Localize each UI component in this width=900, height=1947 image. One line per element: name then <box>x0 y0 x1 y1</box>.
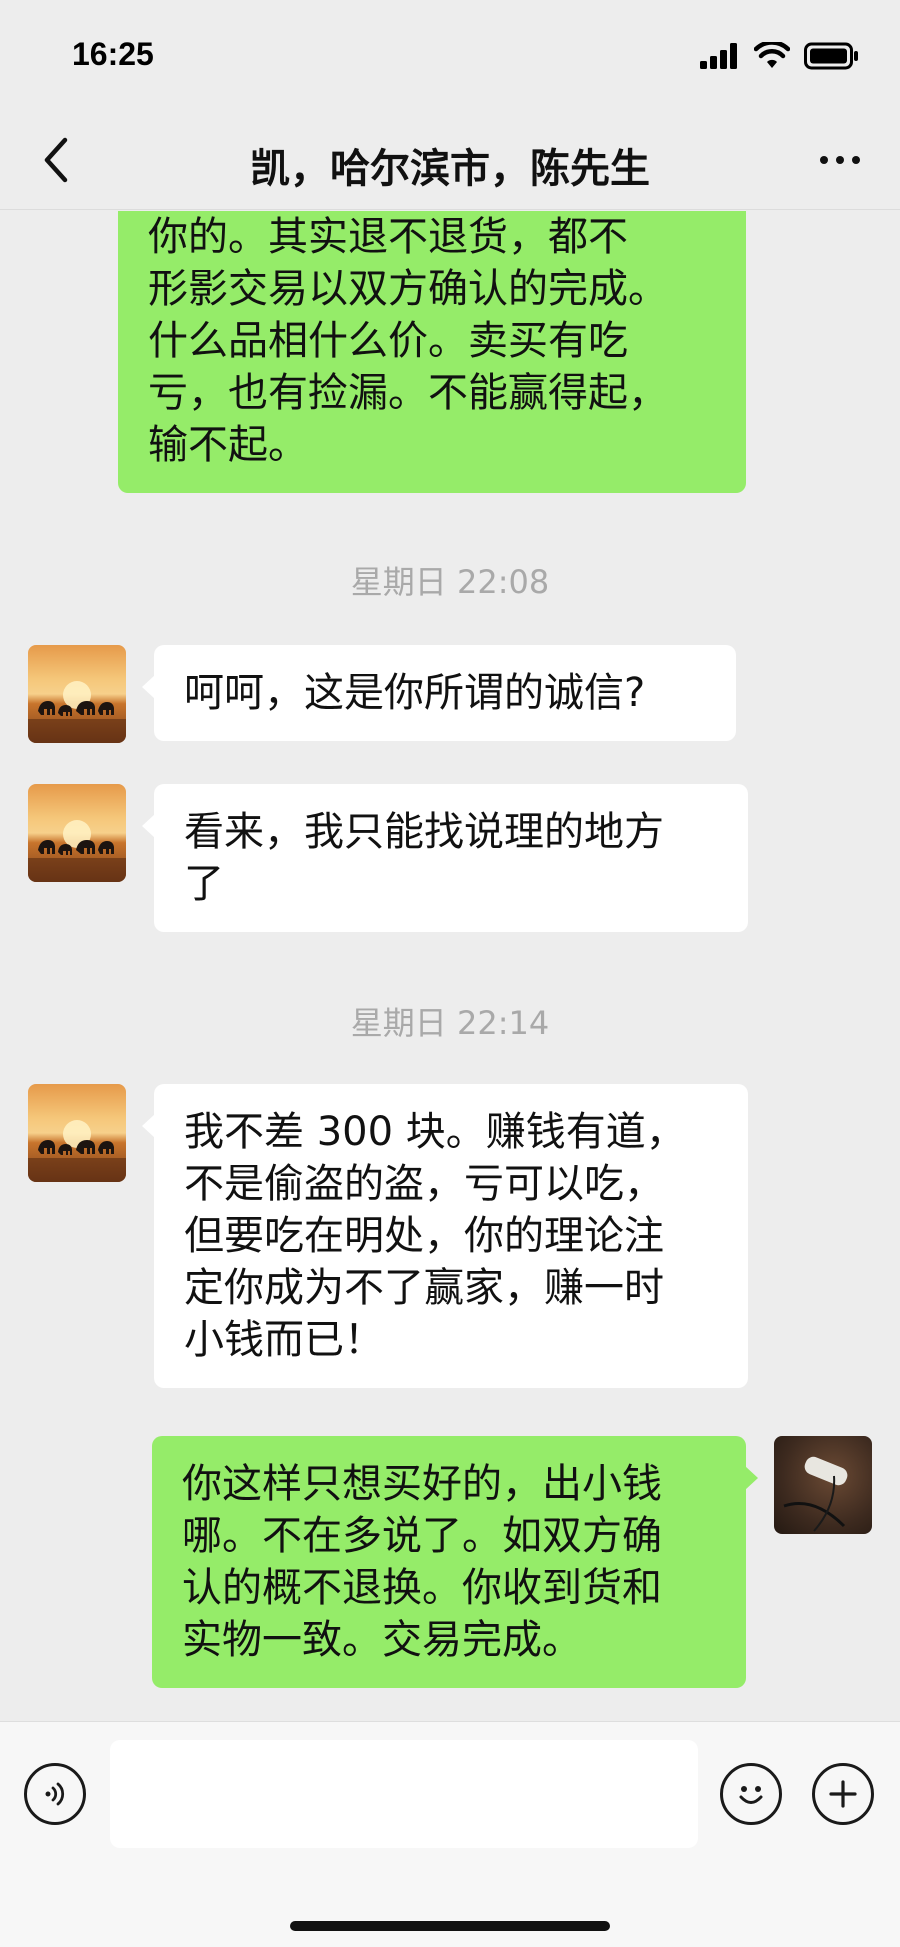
bubble-tail <box>142 814 155 838</box>
more-button[interactable] <box>808 140 872 180</box>
avatar[interactable] <box>28 784 126 882</box>
avatar[interactable] <box>28 645 126 743</box>
message-line: 你的。其实退不退货，都不 <box>148 214 628 260</box>
emoji-icon <box>739 1786 763 1804</box>
voice-button[interactable] <box>24 1763 86 1825</box>
message-line: 实物一致。交易完成。 <box>182 1617 582 1663</box>
message-bubble-other[interactable]: 我不差 300 块。赚钱有道， 不是偷盗的盗，亏可以吃， 但要吃在明处，你的理论… <box>142 1084 748 1388</box>
more-icon-dot <box>852 156 860 164</box>
elephants-sunset-avatar-image <box>28 1120 126 1182</box>
status-time: 16:25 <box>72 36 154 72</box>
message-line: 看来，我只能找说理的地方 <box>184 809 664 855</box>
message-line: 认的概不退换。你收到货和 <box>182 1565 662 1611</box>
message-line: 我不差 300 块。赚钱有道， <box>184 1109 686 1155</box>
message-line: 亏，也有捡漏。不能赢得起， <box>148 370 668 416</box>
message-line: 了 <box>184 861 224 907</box>
timestamp: 星期日 22:14 <box>350 1004 550 1042</box>
bubble-tail <box>142 1114 155 1138</box>
home-indicator <box>290 1921 610 1931</box>
battery-icon <box>804 42 858 70</box>
bubble-tail <box>142 675 155 699</box>
avatar[interactable] <box>28 1084 126 1182</box>
chat-header: 凯，哈尔滨市，陈先生 <box>0 110 900 210</box>
input-bar <box>0 1721 900 1947</box>
status-bar: 16:25 <box>0 0 900 110</box>
chat-messages[interactable]: 你的。其实退不退货，都不 形影交易以双方确认的完成。 什么品相什么价。卖买有吃 … <box>0 211 900 1721</box>
plus-button[interactable] <box>812 1763 874 1825</box>
message-line: 什么品相什么价。卖买有吃 <box>148 318 628 364</box>
message-line: 形影交易以双方确认的完成。 <box>148 266 668 312</box>
message-line: 小钱而已！ <box>184 1317 384 1363</box>
message-line: 定你成为不了赢家，赚一时 <box>184 1265 664 1311</box>
message-bubble-mine[interactable]: 你的。其实退不退货，都不 形影交易以双方确认的完成。 什么品相什么价。卖买有吃 … <box>118 211 746 493</box>
emoji-button[interactable] <box>720 1763 782 1825</box>
message-input[interactable] <box>110 1740 698 1848</box>
more-icon <box>820 156 828 164</box>
voice-icon <box>45 1782 65 1806</box>
elephants-sunset-avatar-image <box>28 681 126 743</box>
bubble-tail <box>745 1466 758 1490</box>
signal-icon <box>700 43 737 69</box>
message-line: 哪。不在多说了。如双方确 <box>182 1513 662 1559</box>
chat-title: 凯，哈尔滨市，陈先生 <box>250 146 650 192</box>
timestamp: 星期日 22:08 <box>350 563 550 601</box>
plus-icon <box>829 1780 857 1808</box>
status-icons <box>700 42 860 70</box>
message-line: 呵呵，这是你所谓的诚信? <box>184 670 646 716</box>
message-bubble-other[interactable]: 呵呵，这是你所谓的诚信? <box>142 645 736 741</box>
my-avatar[interactable] <box>774 1436 872 1534</box>
wifi-icon <box>754 42 790 68</box>
message-line: 不是偷盗的盗，亏可以吃， <box>184 1161 664 1207</box>
more-icon-dot <box>836 156 844 164</box>
message-bubble-other[interactable]: 看来，我只能找说理的地方 了 <box>142 784 748 932</box>
message-line: 输不起。 <box>148 422 308 468</box>
bottle-avatar-image <box>783 1456 848 1532</box>
message-line: 你这样只想买好的，出小钱 <box>182 1461 662 1507</box>
message-line: 但要吃在明处，你的理论注 <box>184 1213 664 1259</box>
elephants-sunset-avatar-image <box>28 820 126 882</box>
message-bubble-mine[interactable]: 你这样只想买好的，出小钱 哪。不在多说了。如双方确 认的概不退换。你收到货和 实… <box>152 1436 758 1688</box>
